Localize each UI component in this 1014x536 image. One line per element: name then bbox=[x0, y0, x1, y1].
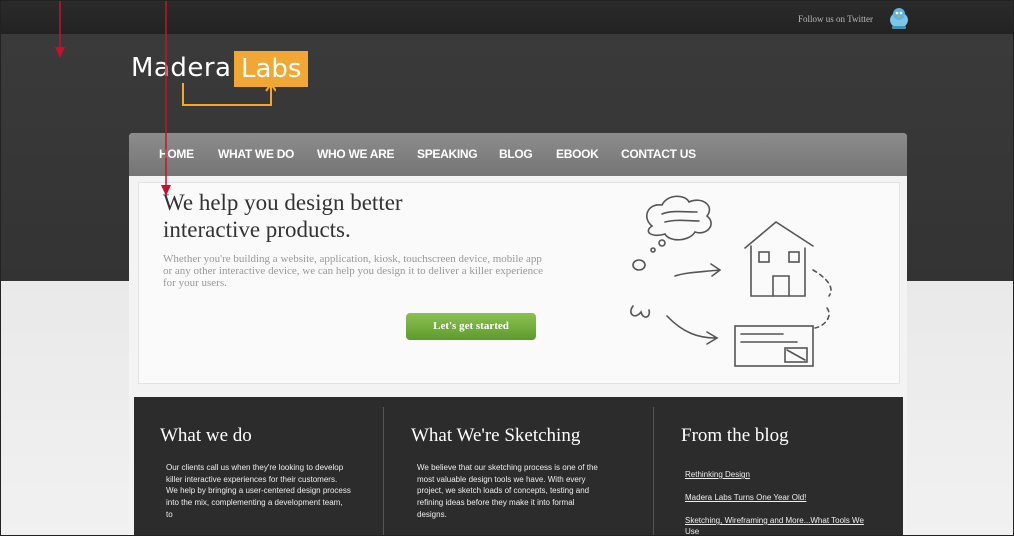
annotation-arrows bbox=[55, 1, 171, 196]
browser-page: Follow us on Twitter Madera Labs HOME WH… bbox=[0, 0, 1014, 536]
